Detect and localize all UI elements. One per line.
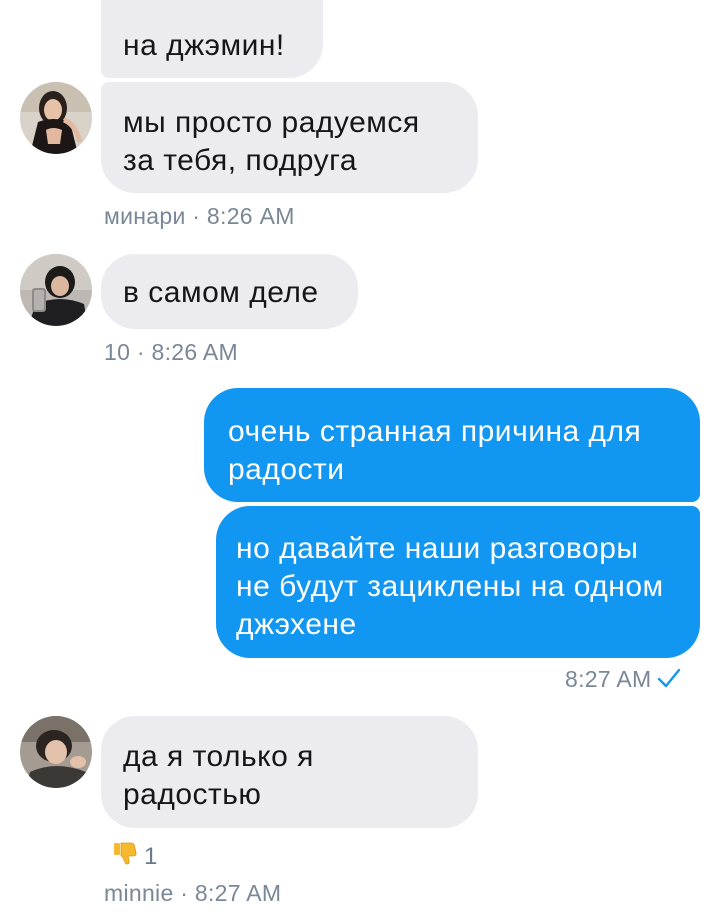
message-bubble[interactable]: мы просто радуемся за тебя, подруга — [101, 82, 478, 193]
message-text: мы просто радуемся за тебя, подруга — [123, 106, 420, 177]
message-bubble[interactable]: в самом деле — [101, 254, 358, 329]
message-bubble[interactable]: на джэмин! — [101, 0, 323, 78]
avatar-sleeping-boy-icon — [20, 716, 92, 788]
reaction-count: 1 — [144, 842, 158, 870]
thumbs-down-icon — [112, 840, 138, 873]
message-bubble[interactable]: очень странная причина для радости — [204, 388, 700, 502]
message-meta: 10 · 8:26 AM — [104, 339, 239, 365]
message-bubble[interactable]: да я только я радостью — [101, 716, 478, 828]
message-meta: минари · 8:26 AM — [104, 203, 295, 229]
avatar-girl-icon — [20, 82, 92, 154]
message-reaction[interactable]: 1 — [112, 840, 157, 873]
avatar[interactable] — [20, 716, 92, 788]
avatar-boy-mirror-icon — [20, 254, 92, 326]
message-meta: minnie · 8:27 AM — [104, 880, 282, 906]
message-bubble[interactable]: но давайте наши разговоры не будут зацик… — [216, 506, 700, 658]
message-meta: 8:27 AM — [565, 666, 682, 695]
message-text: да я только я радостью — [123, 740, 314, 811]
message-text: очень странная причина для радости — [228, 415, 642, 486]
message-text: на джэмин! — [123, 29, 285, 62]
message-time: 8:27 AM — [565, 666, 652, 692]
avatar[interactable] — [20, 82, 92, 154]
message-text: в самом деле — [123, 276, 319, 309]
avatar[interactable] — [20, 254, 92, 326]
read-check-icon — [656, 667, 682, 695]
message-text: но давайте наши разговоры не будут зацик… — [236, 532, 664, 641]
